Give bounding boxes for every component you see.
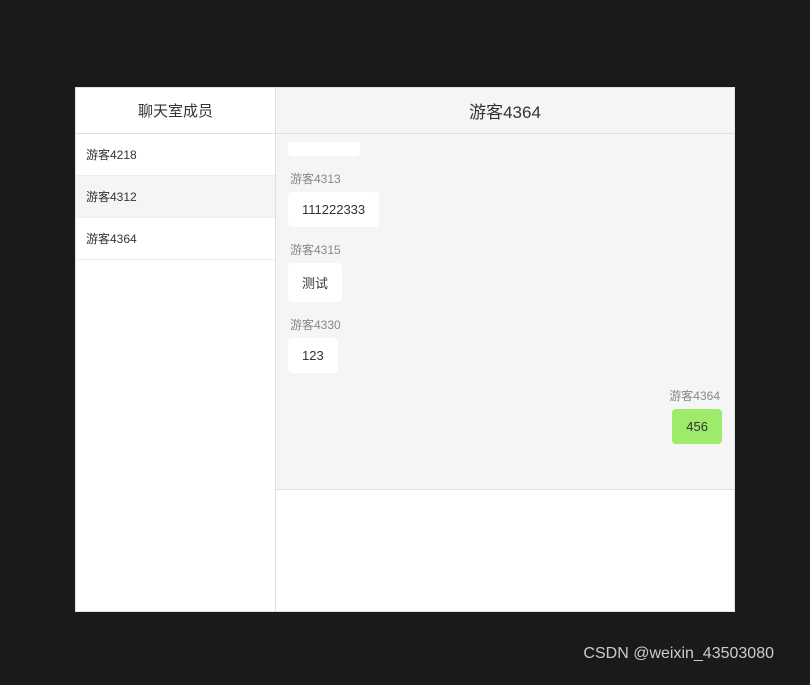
partial-bubble — [288, 142, 360, 156]
chat-window: 聊天室成员 游客4218 游客4312 游客4364 游客4364 游客4313… — [75, 87, 735, 612]
message-bubble: 123 — [288, 338, 338, 373]
input-area — [276, 489, 734, 611]
message-input[interactable] — [276, 490, 734, 611]
main-panel: 游客4364 游客4313 111222333 游客4315 测试 游客4330… — [276, 88, 734, 611]
message-sender: 游客4364 — [667, 387, 722, 404]
member-item[interactable]: 游客4218 — [76, 134, 275, 176]
message-bubble: 111222333 — [288, 192, 379, 227]
chat-title: 游客4364 — [276, 88, 734, 134]
member-item[interactable]: 游客4312 — [76, 176, 275, 218]
watermark: CSDN @weixin_43503080 — [583, 645, 774, 663]
sidebar-title: 聊天室成员 — [76, 88, 275, 134]
sidebar: 聊天室成员 游客4218 游客4312 游客4364 — [76, 88, 276, 611]
message-row: 游客4313 111222333 — [288, 170, 722, 227]
message-bubble: 测试 — [288, 263, 342, 302]
message-sender: 游客4313 — [288, 170, 343, 187]
message-area[interactable]: 游客4313 111222333 游客4315 测试 游客4330 123 游客… — [276, 134, 734, 489]
member-list: 游客4218 游客4312 游客4364 — [76, 134, 275, 611]
member-item[interactable]: 游客4364 — [76, 218, 275, 260]
message-bubble-self: 456 — [672, 409, 722, 444]
message-row-self: 游客4364 456 — [288, 387, 722, 444]
message-row: 游客4330 123 — [288, 316, 722, 373]
message-row: 游客4315 测试 — [288, 241, 722, 302]
message-sender: 游客4330 — [288, 316, 343, 333]
message-sender: 游客4315 — [288, 241, 343, 258]
